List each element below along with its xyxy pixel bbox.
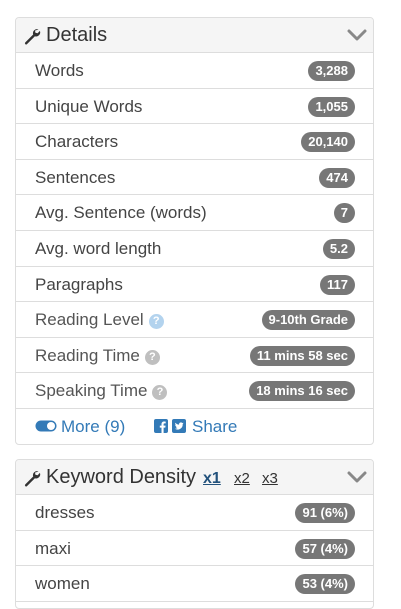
- detail-label-group: Reading Time?: [35, 346, 160, 366]
- detail-label: Reading Time: [35, 345, 140, 365]
- detail-value-badge: 3,288: [308, 61, 355, 81]
- keyword-label: maxi: [35, 538, 71, 558]
- tab-x2[interactable]: x2: [234, 470, 250, 488]
- tab-x1[interactable]: x1: [203, 470, 221, 488]
- detail-row-sentences: Sentences 474: [16, 160, 373, 196]
- detail-value-badge: 9-10th Grade: [261, 310, 355, 331]
- keyword-row: women 53 (4%): [16, 566, 373, 602]
- facebook-icon[interactable]: [154, 418, 168, 433]
- detail-label: Paragraphs: [35, 274, 123, 294]
- keyword-density-heading[interactable]: Keyword Density x1 x2 x3: [16, 460, 373, 495]
- detail-label: Sentences: [35, 167, 116, 187]
- detail-value-badge: 5.2: [322, 238, 355, 259]
- detail-label-group: Speaking Time?: [35, 381, 168, 401]
- keyword-count-badge: 91 (6%): [295, 503, 355, 523]
- detail-label: Characters: [35, 132, 119, 152]
- detail-row-speaking-time: Speaking Time? 18 mins 16 sec: [16, 373, 373, 409]
- detail-value-badge: 7: [333, 203, 355, 224]
- wrench-icon: [24, 471, 41, 487]
- keyword-count-badge: 53 (4%): [295, 574, 355, 595]
- chevron-down-icon[interactable]: [347, 29, 367, 42]
- detail-value-badge: 20,140: [301, 132, 355, 153]
- detail-value-badge: 117: [320, 274, 355, 295]
- keyword-count-badge: 57 (4%): [295, 538, 355, 559]
- more-link[interactable]: More (9): [61, 417, 125, 437]
- detail-row-characters: Characters 20,140: [16, 124, 373, 160]
- keyword-density-title: Keyword Density: [46, 466, 197, 488]
- detail-row-unique-words: Unique Words 1,055: [16, 89, 373, 125]
- help-icon[interactable]: ?: [148, 314, 164, 330]
- detail-value-badge: 18 mins 16 sec: [249, 381, 355, 402]
- toggle-on-icon[interactable]: [35, 420, 57, 432]
- keyword-label: dresses: [35, 503, 95, 522]
- tab-x3[interactable]: x3: [262, 470, 278, 488]
- chevron-down-icon[interactable]: [347, 471, 367, 484]
- keyword-row: dresses 91 (6%): [16, 495, 373, 531]
- detail-row-words: Words 3,288: [16, 53, 373, 89]
- keyword-label: women: [35, 574, 90, 594]
- detail-row-reading-time: Reading Time? 11 mins 58 sec: [16, 338, 373, 374]
- detail-value-badge: 474: [319, 167, 355, 188]
- detail-label: Reading Level: [35, 310, 144, 330]
- detail-label: Unique Words: [35, 96, 143, 116]
- detail-label: Words: [35, 61, 84, 80]
- detail-row-avg-word-length: Avg. word length 5.2: [16, 231, 373, 267]
- details-heading[interactable]: Details: [16, 18, 373, 53]
- detail-row-paragraphs: Paragraphs 117: [16, 267, 373, 303]
- details-footer: More (9) Share: [16, 409, 373, 444]
- detail-row-avg-sentence: Avg. Sentence (words) 7: [16, 195, 373, 231]
- detail-value-badge: 1,055: [308, 96, 355, 117]
- detail-label: Speaking Time: [35, 381, 148, 401]
- share-link[interactable]: Share: [192, 417, 237, 437]
- details-panel: Details Words 3,288 Unique Words 1,055 C…: [15, 17, 374, 445]
- help-icon[interactable]: ?: [144, 349, 160, 365]
- detail-label: Avg. word length: [35, 238, 162, 258]
- detail-label: Avg. Sentence (words): [35, 203, 207, 223]
- detail-label-group: Reading Level?: [35, 310, 164, 330]
- details-title: Details: [46, 24, 108, 46]
- detail-row-reading-level: Reading Level? 9-10th Grade: [16, 302, 373, 338]
- keyword-density-panel: Keyword Density x1 x2 x3 dresses 91 (6%)…: [15, 459, 374, 609]
- keyword-row: maxi 57 (4%): [16, 531, 373, 567]
- wrench-icon: [24, 29, 41, 45]
- help-icon[interactable]: ?: [152, 385, 168, 401]
- twitter-icon[interactable]: [172, 418, 186, 433]
- detail-value-badge: 11 mins 58 sec: [249, 345, 355, 366]
